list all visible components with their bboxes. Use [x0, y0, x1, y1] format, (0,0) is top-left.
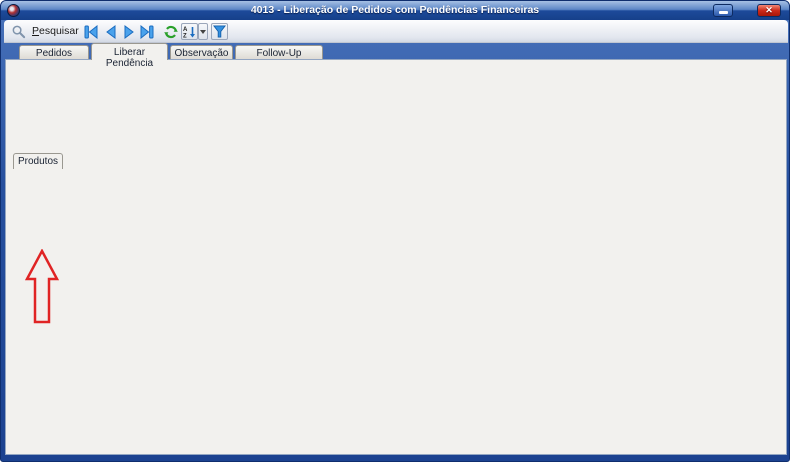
- sort-az-icon[interactable]: A Z: [181, 23, 198, 40]
- tab-pedidos[interactable]: Pedidos: [19, 45, 89, 60]
- search-button[interactable]: Pesquisar: [32, 25, 79, 37]
- close-icon: ✕: [765, 5, 773, 15]
- red-arrow-annotation: [24, 249, 60, 324]
- window-frame: 4013 - Liberação de Pedidos com Pendênci…: [0, 0, 790, 462]
- subtab-produtos[interactable]: Produtos: [13, 153, 63, 169]
- next-record-icon[interactable]: [120, 23, 137, 40]
- minimize-icon: [718, 11, 728, 14]
- close-button[interactable]: ✕: [757, 4, 781, 17]
- filter-icon[interactable]: [211, 23, 228, 40]
- previous-record-icon[interactable]: [102, 23, 119, 40]
- search-icon[interactable]: [10, 23, 27, 40]
- title-bar: 4013 - Liberação de Pedidos com Pendênci…: [1, 1, 789, 20]
- toolbar: Pesquisar A Z: [4, 20, 788, 43]
- last-record-icon[interactable]: [138, 23, 155, 40]
- svg-text:Z: Z: [183, 34, 187, 39]
- window-title: 4013 - Liberação de Pedidos com Pendênci…: [250, 4, 540, 16]
- minimize-button[interactable]: [713, 4, 733, 17]
- tab-liberar-pendencia[interactable]: Liberar Pendência: [91, 43, 168, 69]
- tab-observacao[interactable]: Observação: [170, 45, 233, 60]
- first-record-icon[interactable]: [82, 23, 99, 40]
- refresh-icon[interactable]: [162, 23, 179, 40]
- sort-options-dropdown-icon[interactable]: [198, 23, 208, 40]
- liberar-pendencia-panel: [5, 59, 787, 455]
- tab-follow-up[interactable]: Follow-Up (Acomp.): [235, 45, 323, 70]
- svg-text:A: A: [183, 27, 188, 33]
